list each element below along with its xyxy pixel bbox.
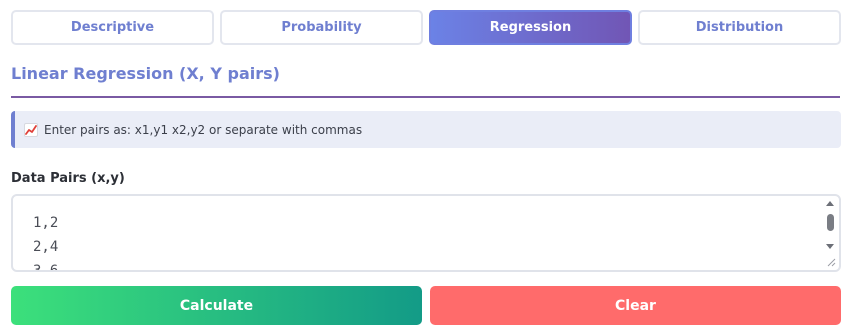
info-text: Enter pairs as: x1,y1 x2,y2 or separate … <box>44 122 363 137</box>
tab-probability[interactable]: Probability <box>220 10 423 45</box>
section-title: Linear Regression (X, Y pairs) <box>11 64 280 83</box>
clear-button[interactable]: Clear <box>430 286 841 325</box>
tab-descriptive[interactable]: Descriptive <box>11 10 214 45</box>
data-pairs-textarea[interactable]: 1,2 2,4 3,6 <box>11 194 841 272</box>
tab-bar: Descriptive Probability Regression Distr… <box>11 10 841 45</box>
title-divider <box>11 96 840 98</box>
resize-handle-icon[interactable] <box>827 258 836 267</box>
tab-distribution[interactable]: Distribution <box>638 10 841 45</box>
data-pairs-value[interactable]: 1,2 2,4 3,6 <box>33 211 58 270</box>
regression-panel: Descriptive Probability Regression Distr… <box>0 0 847 335</box>
chart-increasing-icon <box>23 122 39 138</box>
chart-increasing-glyph <box>24 122 38 137</box>
data-pairs-label: Data Pairs (x,y) <box>11 171 125 186</box>
calculate-button[interactable]: Calculate <box>11 286 422 325</box>
tab-regression[interactable]: Regression <box>429 10 632 45</box>
scroll-up-arrow-icon[interactable] <box>826 201 834 206</box>
scroll-down-arrow-icon[interactable] <box>826 244 834 249</box>
scroll-thumb[interactable] <box>827 214 834 231</box>
info-hint: Enter pairs as: x1,y1 x2,y2 or separate … <box>11 111 841 148</box>
